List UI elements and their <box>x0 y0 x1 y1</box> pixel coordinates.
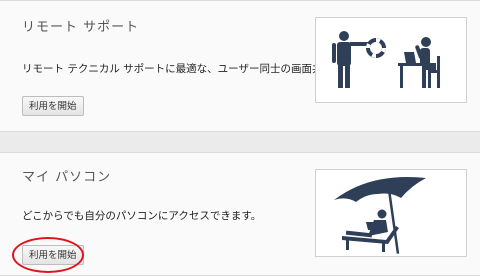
my-computers-title: マイ パソコン <box>22 170 112 185</box>
remote-support-card: リモート サポート リモート テクニカル サポートに最適な、ユーザー同士の画面共… <box>0 0 480 132</box>
my-computers-description: どこからでも自分のパソコンにアクセスできます。 <box>22 210 262 222</box>
remote-support-start-button[interactable]: 利用を開始 <box>22 96 84 116</box>
my-computers-card: マイ パソコン どこからでも自分のパソコンにアクセスできます。 利用を開始 <box>0 152 480 276</box>
remote-support-title: リモート サポート <box>22 20 140 35</box>
lifebuoy-help-icon <box>332 31 440 88</box>
remote-support-illustration <box>315 17 467 103</box>
remote-support-description: リモート テクニカル サポートに最適な、ユーザー同士の画面共有。 <box>22 63 344 75</box>
my-computers-illustration <box>315 169 467 257</box>
beach-umbrella-laptop-icon <box>334 176 426 254</box>
my-computers-start-button[interactable]: 利用を開始 <box>22 245 84 265</box>
